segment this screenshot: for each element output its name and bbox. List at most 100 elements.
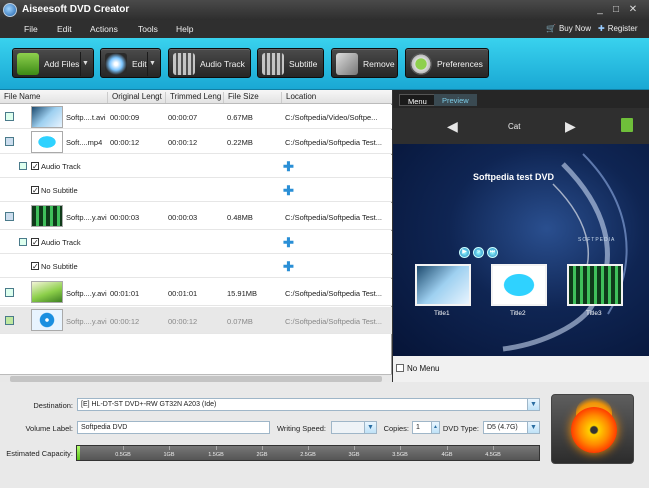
column-file-size[interactable]: File Size	[224, 92, 282, 103]
capacity-label: Estimated Capacity:	[6, 449, 73, 458]
preview-tabs: Menu Preview	[393, 90, 649, 108]
table-row[interactable]: Soft....mp4 00:00:12 00:00:12 0.22MB C:/…	[0, 130, 392, 154]
table-row[interactable]: Softp....y.avi 00:01:01 00:01:01 15.91MB…	[0, 279, 392, 306]
app-logo-icon	[3, 3, 17, 17]
add-subtitle-icon[interactable]: ✚	[283, 260, 294, 273]
expand-icon[interactable]	[19, 162, 27, 170]
edit-button[interactable]: Edit ▼	[100, 48, 161, 78]
capacity-tick-label: 3.5GB	[392, 452, 408, 458]
column-file-name[interactable]: File Name	[0, 92, 108, 103]
capacity-tick-label: 0.5GB	[115, 452, 131, 458]
title3-thumbnail[interactable]	[567, 264, 623, 306]
arrow-right-icon[interactable]: ▶	[565, 118, 576, 135]
window-title: Aiseesoft DVD Creator	[22, 4, 130, 15]
no-menu-option[interactable]: No Menu	[393, 356, 649, 382]
tab-menu[interactable]: Menu	[399, 94, 436, 106]
minimize-icon[interactable]: _	[594, 4, 606, 15]
chevron-down-icon[interactable]: ▼	[527, 399, 539, 410]
expand-icon[interactable]	[5, 316, 14, 325]
file-list-panel: File Name Original Lengt Trimmed Leng Fi…	[0, 90, 392, 382]
collapse-icon[interactable]	[5, 212, 14, 221]
add-audio-track-icon[interactable]: ✚	[283, 236, 294, 249]
add-subtitle-icon[interactable]: ✚	[283, 184, 294, 197]
audio-track-button[interactable]: Audio Track	[168, 48, 251, 78]
column-trimmed-length[interactable]: Trimmed Leng	[166, 92, 224, 103]
subtitle-subrow[interactable]: ✓ No Subtitle ✚	[0, 179, 392, 202]
film-audio-icon	[173, 53, 195, 75]
capacity-tick-label: 4GB	[441, 452, 453, 458]
cart-icon: 🛒	[546, 24, 556, 33]
title2-label: Title2	[510, 310, 526, 317]
writing-speed-label: Writing Speed:	[276, 424, 326, 433]
copies-spinbox[interactable]: 1 ▲	[412, 421, 440, 434]
destination-label: Destination:	[33, 401, 73, 410]
audio-track-subrow[interactable]: ✓ Audio Track ✚	[0, 231, 392, 254]
disc-icon	[571, 407, 617, 453]
app-window: Aiseesoft DVD Creator _ □ ✕ File Edit Ac…	[0, 0, 649, 488]
dvd-type-label: DVD Type:	[442, 424, 479, 433]
chevron-down-icon[interactable]: ▼	[147, 52, 157, 76]
expand-icon[interactable]	[5, 288, 14, 297]
volume-label-input[interactable]: Softpedia DVD	[77, 421, 270, 434]
arrow-left-icon[interactable]: ◀	[447, 118, 458, 135]
column-original-length[interactable]: Original Lengt	[108, 92, 166, 103]
menu-edit[interactable]: Edit	[57, 24, 72, 34]
audio-track-checkbox[interactable]: ✓	[31, 162, 39, 171]
dvd-title-text: Softpedia test DVD	[473, 172, 555, 182]
destination-select[interactable]: [E] HL-DT-ST DVD+-RW GT32N A203 (Ide) ▼	[77, 398, 540, 411]
subtitle-button[interactable]: Subtitle	[257, 48, 324, 78]
template-navigator: ◀ Cat ▶	[393, 108, 649, 144]
fast-forward-icon[interactable]: »	[473, 247, 484, 258]
file-list-header: File Name Original Lengt Trimmed Leng Fi…	[0, 90, 392, 104]
audio-track-checkbox[interactable]: ✓	[31, 238, 39, 247]
title1-thumbnail[interactable]	[415, 264, 471, 306]
chevron-down-icon[interactable]: ▼	[527, 422, 539, 433]
spinner-icon[interactable]: ▲	[431, 422, 439, 433]
next-icon[interactable]: ⏭	[487, 247, 498, 258]
edit-menu-icon[interactable]	[621, 118, 633, 132]
close-icon[interactable]: ✕	[627, 4, 639, 15]
preferences-button[interactable]: Preferences	[405, 48, 489, 78]
maximize-icon[interactable]: □	[610, 4, 622, 15]
add-files-button[interactable]: Add Files ▼	[12, 48, 94, 78]
menu-actions[interactable]: Actions	[90, 24, 118, 34]
register-link[interactable]: ✚ Register	[598, 24, 638, 33]
film-remove-icon	[336, 53, 358, 75]
chevron-down-icon[interactable]: ▼	[364, 422, 376, 433]
chevron-down-icon[interactable]: ▼	[80, 52, 90, 76]
column-location[interactable]: Location	[282, 92, 392, 103]
table-row[interactable]: Softp....t.avi 00:00:09 00:00:07 0.67MB …	[0, 105, 392, 129]
buy-now-link[interactable]: 🛒 Buy Now	[546, 24, 591, 33]
audio-track-subrow[interactable]: ✓ Audio Track ✚	[0, 155, 392, 178]
menu-help[interactable]: Help	[176, 24, 193, 34]
expand-icon[interactable]	[5, 112, 14, 121]
add-file-icon	[17, 53, 39, 75]
writing-speed-select[interactable]: ▼	[331, 421, 377, 434]
dvd-type-select[interactable]: D5 (4.7G) ▼	[483, 421, 540, 434]
magic-wand-icon	[105, 53, 127, 75]
table-row[interactable]: Softp....y.avi 00:00:12 00:00:12 0.07MB …	[0, 307, 392, 334]
menu-tools[interactable]: Tools	[138, 24, 158, 34]
title2-thumbnail[interactable]	[491, 264, 547, 306]
video-thumbnail	[31, 131, 63, 153]
burn-button[interactable]	[551, 394, 634, 464]
capacity-tick-mark	[216, 446, 217, 450]
no-menu-checkbox[interactable]	[396, 364, 404, 372]
remove-button[interactable]: Remove	[331, 48, 398, 78]
table-row[interactable]: Softp....y.avi 00:00:03 00:00:03 0.48MB …	[0, 203, 392, 230]
expand-icon[interactable]	[19, 238, 27, 246]
menu-file[interactable]: File	[24, 24, 38, 34]
play-icon[interactable]: ▶	[459, 247, 470, 258]
tab-preview[interactable]: Preview	[434, 94, 477, 106]
subtitle-checkbox[interactable]: ✓	[31, 186, 39, 195]
add-audio-track-icon[interactable]: ✚	[283, 160, 294, 173]
menu-bar: File Edit Actions Tools Help 🛒 Buy Now ✚ R…	[0, 20, 649, 38]
title-bar: Aiseesoft DVD Creator _ □ ✕	[0, 0, 649, 20]
collapse-icon[interactable]	[5, 137, 14, 146]
horizontal-scrollbar[interactable]	[0, 374, 392, 382]
subtitle-subrow[interactable]: ✓ No Subtitle ✚	[0, 255, 392, 278]
capacity-tick-mark	[493, 446, 494, 450]
capacity-bar: 0.5GB 1GB 1.5GB 2GB 2.5GB 3GB 3.5GB 4GB 4.5GB	[76, 445, 540, 461]
capacity-tick-label: 2.5GB	[300, 452, 316, 458]
subtitle-checkbox[interactable]: ✓	[31, 262, 39, 271]
